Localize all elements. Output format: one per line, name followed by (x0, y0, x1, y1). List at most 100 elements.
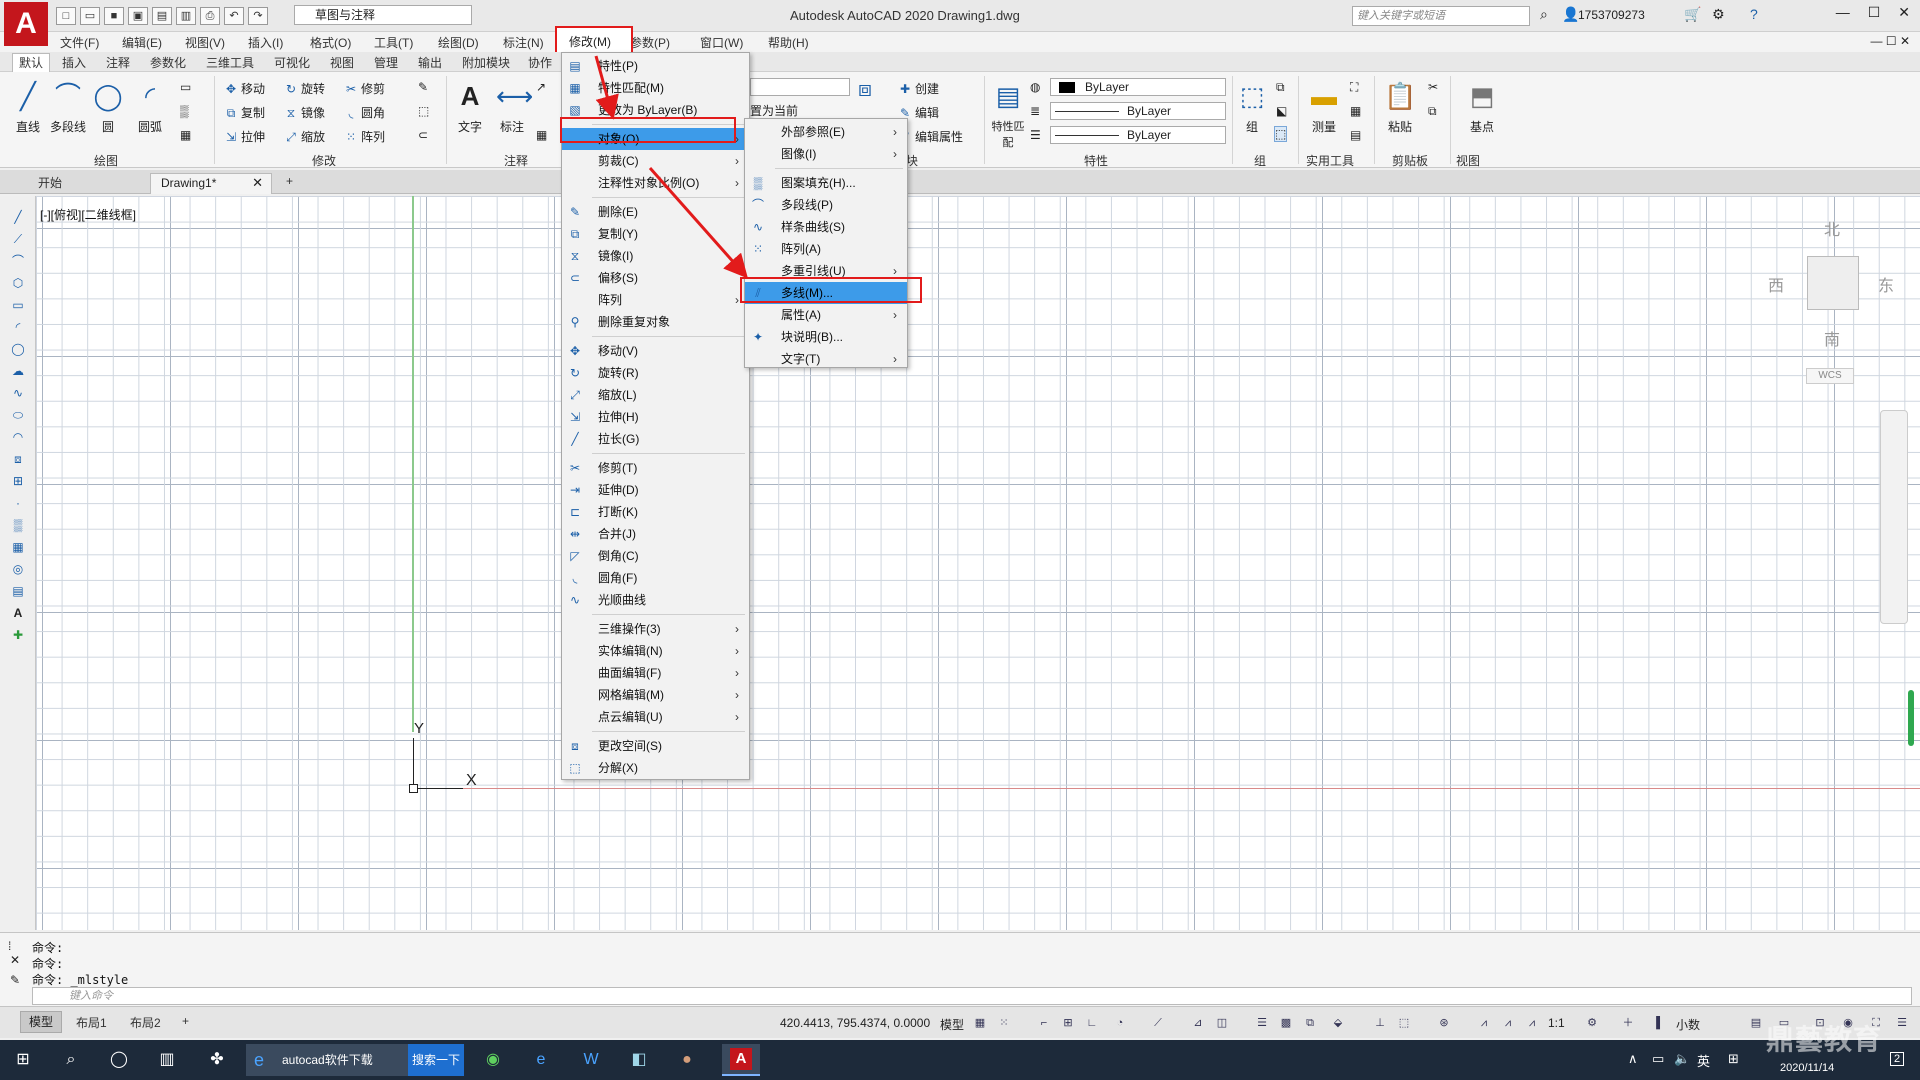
calculator-icon[interactable]: ▤ (1350, 128, 1361, 142)
modify-menu-item[interactable]: 网格编辑(M) › (562, 684, 749, 706)
object-submenu-item[interactable]: ⌒ 多段线(P) (745, 194, 907, 216)
annotation-scale-dropdown[interactable]: 1:1 (1548, 1016, 1565, 1030)
modify-menu-item[interactable]: ◸ 倒角(C) (562, 545, 749, 567)
binoculars-icon[interactable]: ⌕ (1540, 6, 1548, 23)
make-current-button[interactable]: 置为当前 (750, 102, 798, 119)
menu-insert[interactable]: 插入(I) (248, 34, 283, 51)
erase-icon[interactable]: ✎ (418, 80, 428, 94)
save-icon[interactable]: ■ (104, 7, 124, 25)
menu-tools[interactable]: 工具(T) (374, 34, 413, 51)
command-input[interactable]: 键入命令 (32, 987, 1912, 1005)
draw-panel-title[interactable]: 绘图 (94, 152, 118, 169)
task-view-icon[interactable]: ▥ (154, 1048, 180, 1072)
grid-icon[interactable]: ▦ (972, 1016, 988, 1030)
taskbar-autocad[interactable]: A (722, 1044, 760, 1076)
add-selected-icon[interactable]: ✚ (10, 628, 26, 642)
modify-menu-item[interactable]: ✎ 删除(E) (562, 201, 749, 223)
properties-panel-title[interactable]: 特性 (1084, 152, 1108, 169)
taskbar-search-button[interactable]: 搜索一下 (408, 1044, 464, 1076)
tab-collaborate[interactable]: 协作 (528, 54, 552, 71)
dimension-tool[interactable]: ⟷ 标注 (492, 78, 533, 135)
new-icon[interactable]: □ (56, 7, 76, 25)
tab-3d-tools[interactable]: 三维工具 (206, 54, 254, 71)
snap-icon[interactable]: ⁙ (996, 1016, 1012, 1030)
user-account[interactable]: 1753709273 (1578, 8, 1645, 22)
mirror-tool[interactable]: ⧖ 镜像 (284, 104, 325, 121)
insert-block-icon[interactable]: ⧈ (10, 452, 26, 466)
viewcube-face[interactable] (1807, 256, 1859, 310)
modify-menu-item[interactable]: 对象(O) › (562, 128, 749, 150)
tab-manage[interactable]: 管理 (374, 54, 398, 71)
drawing-canvas[interactable] (36, 196, 1920, 930)
cortana-icon[interactable]: ◯ (106, 1048, 132, 1072)
copy-clip-icon[interactable]: ⧉ (1428, 104, 1437, 119)
annotation-panel-title[interactable]: 注释 (504, 152, 528, 169)
tray-chevron-icon[interactable]: ∧ (1628, 1051, 1638, 1067)
object-submenu-item[interactable]: 属性(A) › (745, 304, 907, 326)
doc-window-controls[interactable]: — ☐ ✕ (1871, 34, 1910, 48)
object-submenu-item[interactable]: ⫽ 多线(M)... (745, 282, 907, 304)
point-icon[interactable]: · (10, 496, 26, 510)
layout-tab-model[interactable]: 模型 (20, 1011, 62, 1033)
revcloud-icon[interactable]: ☁ (10, 364, 26, 378)
model-space-toggle[interactable]: 模型 (940, 1016, 964, 1033)
rotate-tool[interactable]: ↻ 旋转 (284, 80, 325, 97)
customization-icon[interactable]: ☰ (1894, 1016, 1910, 1030)
taskbar-ie-window[interactable]: e autocad软件下载 (246, 1044, 408, 1076)
selection-filter-icon[interactable]: ⬚ (1396, 1016, 1412, 1030)
object-submenu-item[interactable]: ∿ 样条曲线(S) (745, 216, 907, 238)
select-all-icon[interactable]: ▦ (1350, 104, 1361, 118)
ime-icon[interactable]: ⊞ (1728, 1051, 1739, 1067)
array-tool[interactable]: ⁙ 阵列 (344, 128, 385, 145)
modify-menu-item[interactable]: ▦ 特性匹配(M) (562, 77, 749, 99)
leader-icon[interactable]: ↗ (536, 80, 546, 94)
modify-menu-item[interactable]: ⧈ 更改空间(S) (562, 735, 749, 757)
viewcube-north[interactable]: 北 (1824, 216, 1840, 240)
spline-icon[interactable]: ∿ (10, 386, 26, 400)
tab-parametric[interactable]: 参数化 (150, 54, 186, 71)
lineweight-dropdown[interactable]: ByLayer (1050, 102, 1226, 120)
group-tool[interactable]: ⬚ 组 (1232, 78, 1272, 135)
taskbar-date[interactable]: 2020/11/14 (1780, 1062, 1834, 1074)
measure-tool[interactable]: ▬ 测量 (1304, 78, 1344, 135)
lineweight-icon[interactable]: ☰ (1254, 1016, 1270, 1030)
navigation-bar[interactable] (1880, 410, 1908, 624)
modify-menu-item[interactable]: 曲面编辑(F) › (562, 662, 749, 684)
modify-menu-item[interactable]: ⇹ 合并(J) (562, 523, 749, 545)
rectangle-icon[interactable]: ▭ (180, 80, 191, 94)
viewport-controls[interactable]: [-][俯视][二维线框] (40, 206, 136, 223)
layout-tab-2[interactable]: 布局2 (130, 1014, 161, 1031)
modify-menu-item[interactable]: 实体编辑(N) › (562, 640, 749, 662)
polygon-icon[interactable]: ⬡ (10, 276, 26, 290)
annotation-scale-icon[interactable]: ⩘ (1524, 1016, 1540, 1030)
modify-menu-item[interactable]: ⇲ 拉伸(H) (562, 406, 749, 428)
auto-scale-icon[interactable]: ⩘ (1500, 1016, 1516, 1030)
menu-view[interactable]: 视图(V) (185, 34, 225, 51)
open-icon[interactable]: ▭ (80, 7, 100, 25)
fan-app-icon[interactable]: ✤ (204, 1048, 230, 1072)
modify-menu-item[interactable]: 注释性对象比例(O) › (562, 172, 749, 194)
construction-line-icon[interactable]: ⟋ (10, 232, 26, 246)
scale-tool[interactable]: ⤢ 缩放 (284, 128, 325, 145)
object-snap-icon[interactable]: ◫ (1214, 1016, 1230, 1030)
modify-menu-item[interactable]: ✥ 移动(V) (562, 340, 749, 362)
input-language[interactable]: 英 (1697, 1051, 1710, 1070)
windows-start-icon[interactable]: ⊞ (10, 1048, 36, 1072)
table-icon[interactable]: ▤ (10, 584, 26, 598)
open-web-icon[interactable]: ▥ (176, 7, 196, 25)
workspace-dropdown[interactable]: 草图与注释 (294, 5, 472, 25)
quick-properties-icon[interactable]: ▤ (1748, 1016, 1764, 1030)
color-wheel-icon[interactable]: ◍ (1030, 80, 1040, 94)
lineweight-icon[interactable]: ≣ (1030, 104, 1040, 118)
notes-icon[interactable]: ◧ (626, 1048, 652, 1072)
offset-icon[interactable]: ⊂ (418, 128, 428, 142)
viewcube-east[interactable]: 东 (1878, 272, 1894, 296)
close-icon[interactable]: ✕ (1898, 4, 1910, 21)
plot-icon[interactable]: ⎙ (200, 7, 220, 25)
polyline-icon[interactable]: ⌒ (10, 254, 26, 268)
object-submenu-item[interactable]: 多重引线(U) › (745, 260, 907, 282)
object-submenu-item[interactable]: ✦ 块说明(B)... (745, 326, 907, 348)
scroll-indicator[interactable] (1908, 690, 1914, 746)
annotation-monitor-icon[interactable]: ＋ (1620, 1016, 1636, 1030)
wcs-menu[interactable]: WCS (1806, 368, 1854, 384)
